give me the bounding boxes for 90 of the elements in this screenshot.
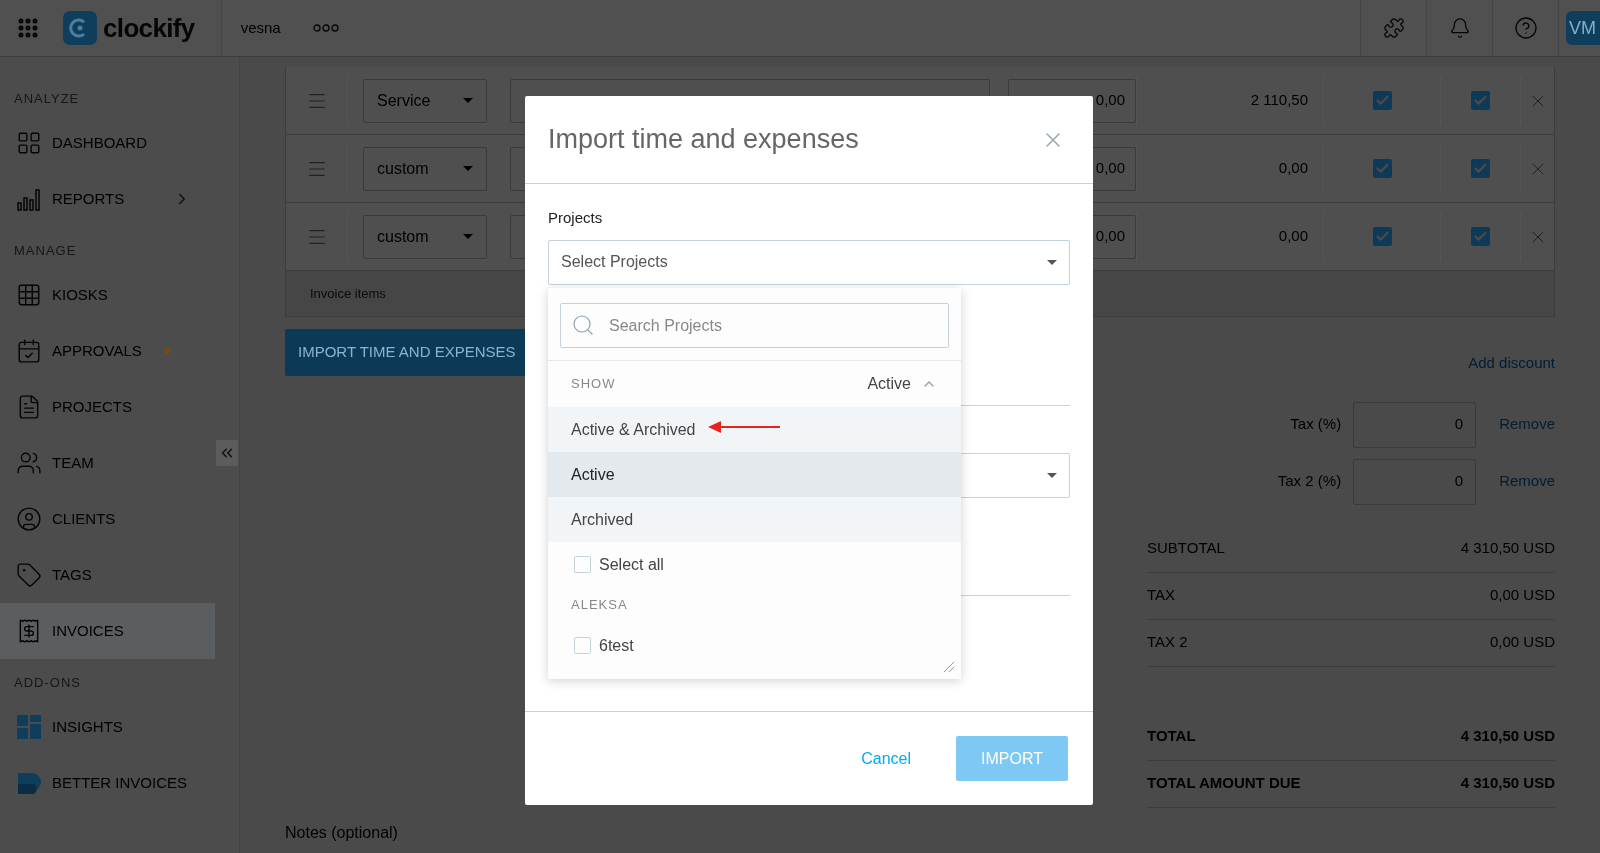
tax-field[interactable]: 0 <box>1353 401 1477 448</box>
total-label: TOTAL AMOUNT DUE <box>1147 773 1301 794</box>
total-label: TAX 2 <box>1147 632 1188 653</box>
total-label: TAX <box>1147 585 1176 606</box>
remove-link[interactable]: Remove <box>1499 413 1555 436</box>
remove-link[interactable]: Remove <box>1499 470 1555 493</box>
people-icon <box>16 450 42 476</box>
sidebar-label: INVOICES <box>52 620 124 641</box>
apps-menu-icon[interactable] <box>16 16 40 40</box>
checkbox[interactable] <box>574 637 591 654</box>
project-label[interactable]: 6test <box>599 633 634 658</box>
filter-option[interactable]: Active & Archived <box>548 407 961 452</box>
checkbox[interactable] <box>1471 91 1490 110</box>
search-field[interactable]: Search Projects <box>560 303 949 348</box>
logo-text: clockify <box>103 11 195 45</box>
sidebar-label: KIOSKS <box>52 284 108 305</box>
annotation-arrow <box>708 421 780 433</box>
sidebar-item[interactable]: DASHBOARD <box>0 115 215 171</box>
total-value: 0,00 USD <box>1489 632 1555 653</box>
checkbox[interactable] <box>1372 227 1392 246</box>
type-select[interactable]: Service <box>363 78 487 123</box>
tax-label: Tax (%) <box>1290 414 1342 435</box>
workspace-name[interactable]: vesna <box>240 16 281 40</box>
type-select[interactable]: custom <box>363 146 487 191</box>
add-discount-link[interactable]: Add discount <box>1468 352 1555 375</box>
filter-option[interactable]: Archived <box>548 497 961 542</box>
tax-label: Tax 2 (%) <box>1277 471 1342 492</box>
search-icon <box>571 313 595 337</box>
sidebar-label: DASHBOARD <box>52 132 148 153</box>
checkbox[interactable] <box>574 556 591 573</box>
tax-field[interactable]: 0 <box>1353 458 1477 505</box>
collapse-button[interactable] <box>216 440 238 466</box>
tiles-icon <box>16 714 42 740</box>
field-label: Projects <box>548 208 604 228</box>
sidebar-item[interactable]: TAGS <box>0 547 215 603</box>
puzzle-icon[interactable] <box>1382 17 1405 39</box>
total-label: SUBTOTAL <box>1147 538 1225 559</box>
sidebar-label: TEAM <box>52 452 94 473</box>
filter-option[interactable]: Active <box>548 452 961 497</box>
sidebar-label: APPROVALS <box>52 340 142 361</box>
book-logo-icon <box>16 770 42 796</box>
show-label: SHOW <box>571 375 616 394</box>
dashboard-icon <box>16 130 42 156</box>
sidebar-item[interactable]: BETTER INVOICES <box>0 755 215 811</box>
resize-handle-icon[interactable] <box>943 661 955 673</box>
type-select[interactable]: custom <box>363 214 487 259</box>
notes-label: Notes (optional) <box>285 822 399 843</box>
amount-cell: 2 110,50 <box>1136 76 1310 125</box>
sidebar-item[interactable]: KIOSKS <box>0 267 215 323</box>
checkbox[interactable] <box>1372 159 1392 178</box>
checkbox[interactable] <box>1471 159 1490 178</box>
logo-icon <box>63 11 97 45</box>
sidebar-label: BETTER INVOICES <box>52 772 188 793</box>
sidebar-label: PROJECTS <box>52 396 132 417</box>
sidebar-item[interactable]: REPORTS <box>0 171 215 227</box>
user-circle-icon <box>16 506 42 532</box>
total-label: TOTAL <box>1147 726 1196 747</box>
calendar-check-icon <box>16 338 42 364</box>
notifications-icon[interactable] <box>1448 17 1471 39</box>
amount-cell: 0,00 <box>1136 144 1310 193</box>
group-label: ALEKSA <box>571 596 628 615</box>
sidebar-item[interactable]: INVOICES <box>0 603 215 659</box>
total-value: 4 310,50 USD <box>1460 538 1555 559</box>
user-avatar[interactable]: VM <box>1566 11 1600 45</box>
sidebar-label: TAGS <box>52 564 92 585</box>
sidebar-item[interactable]: PROJECTS <box>0 379 215 435</box>
amount-cell: 0,00 <box>1136 212 1310 261</box>
help-icon[interactable] <box>1513 16 1538 40</box>
sidebar-label: REPORTS <box>52 188 125 209</box>
sidebar-label: INSIGHTS <box>52 716 123 737</box>
more-icon[interactable] <box>312 24 339 32</box>
bar-chart-icon <box>16 186 42 212</box>
checkbox[interactable] <box>1372 91 1392 110</box>
sidebar-item[interactable]: APPROVALS <box>0 323 215 379</box>
sidebar-item[interactable]: INSIGHTS <box>0 699 215 755</box>
total-value: 4 310,50 USD <box>1460 726 1555 747</box>
sidebar-label: CLIENTS <box>52 508 116 529</box>
table-grid-icon <box>16 282 42 308</box>
select-all-label[interactable]: Select all <box>599 552 664 577</box>
checkbox[interactable] <box>1471 227 1490 246</box>
projects-select[interactable]: Select Projects <box>548 239 1070 285</box>
tag-icon <box>16 562 42 588</box>
total-value: 4 310,50 USD <box>1460 773 1555 794</box>
total-value: 0,00 USD <box>1489 585 1555 606</box>
sidebar-item[interactable]: TEAM <box>0 435 215 491</box>
dialog-title: Import time and expenses <box>548 123 859 157</box>
table-footer-label: Invoice items <box>310 284 386 303</box>
cancel-button[interactable]: Cancel <box>861 746 911 771</box>
sidebar-item[interactable]: CLIENTS <box>0 491 215 547</box>
show-filter-toggle[interactable]: Active <box>867 372 937 396</box>
